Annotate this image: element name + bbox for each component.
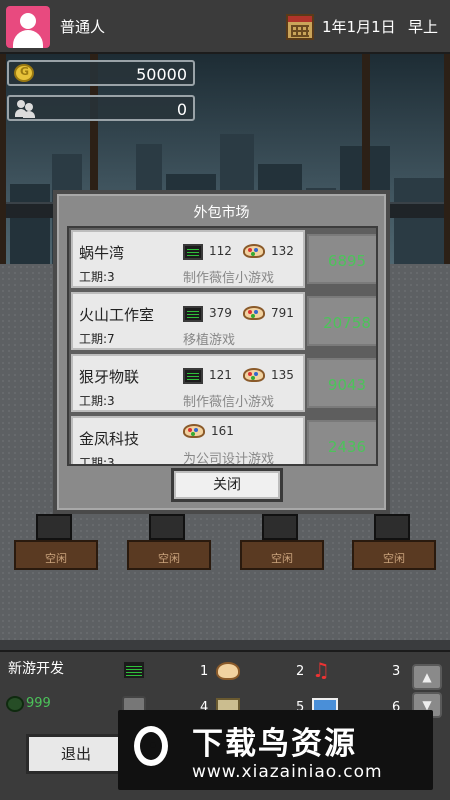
- computer-icon[interactable]: [122, 660, 146, 680]
- contract-price: 20758: [323, 314, 371, 332]
- price-box: 2436: [307, 420, 376, 464]
- contract-price: 2436: [327, 438, 367, 456]
- people-icon: [15, 100, 35, 118]
- floor-edge: [0, 640, 450, 650]
- game-date: 1年1月1日: [322, 18, 396, 36]
- price-box: 20758: [307, 296, 376, 346]
- design-points: 791: [271, 306, 294, 320]
- watermark-title: 下载鸟资源: [192, 726, 357, 762]
- design-icon: [243, 306, 265, 320]
- contract-item[interactable]: 火山工作室 工期:7 379 791 移植游戏 20758: [71, 292, 376, 350]
- desk-status: 空闲: [383, 552, 405, 565]
- bird-logo-icon: [128, 724, 178, 776]
- top-bar: 普通人 1年1月1日 早上: [0, 0, 450, 54]
- slot-number: 2: [296, 664, 305, 679]
- tech-points: 112: [209, 244, 232, 258]
- desk-status: 空闲: [45, 552, 67, 565]
- design-points: 132: [271, 244, 294, 258]
- contract-card: 金凤科技 工期:3 161 为公司设计游戏: [71, 416, 305, 466]
- time-of-day: 早上: [408, 18, 439, 36]
- design-icon: [243, 368, 265, 382]
- bug-icon: [6, 696, 24, 712]
- desk[interactable]: 空闲: [127, 514, 211, 574]
- tech-points: 379: [209, 306, 232, 320]
- work-period: 工期:3: [79, 456, 115, 466]
- contract-description: 为公司设计游戏: [183, 452, 275, 466]
- tech-points: 121: [209, 368, 232, 382]
- fans-value: 0: [176, 100, 187, 119]
- desk[interactable]: 空闲: [14, 514, 98, 574]
- watermark: 下载鸟资源 www.xiazainiao.com: [118, 710, 433, 790]
- tech-icon: [183, 306, 203, 322]
- desk[interactable]: 空闲: [240, 514, 324, 574]
- computer-icon: [36, 514, 72, 540]
- contract-card: 火山工作室 工期:7 379 791 移植游戏: [71, 292, 305, 350]
- dialog-title: 外包市场: [193, 205, 250, 221]
- computer-icon: [262, 514, 298, 540]
- contract-item[interactable]: 蜗牛湾 工期:3 112 132 制作薇信小游戏 6895: [71, 230, 376, 288]
- slot-number: 3: [392, 664, 401, 679]
- design-points: 135: [271, 368, 294, 382]
- contract-description: 制作薇信小游戏: [183, 271, 275, 286]
- work-period: 工期:3: [79, 270, 115, 284]
- client-name: 金凤科技: [79, 430, 140, 448]
- computer-icon: [374, 514, 410, 540]
- tech-icon: [183, 368, 203, 384]
- work-period: 工期:7: [79, 332, 115, 346]
- work-period: 工期:3: [79, 394, 115, 408]
- desk[interactable]: 空闲: [352, 514, 436, 574]
- game-screen: 普通人 1年1月1日 早上 空闲 空闲 空闲 空闲 G 50000 0 外包市场…: [0, 0, 450, 800]
- design-icon: [243, 244, 265, 258]
- outsourcing-market-dialog: 外包市场 蜗牛湾 工期:3 112 132 制作薇信小游戏 6895 火山工作室…: [53, 190, 390, 514]
- contract-price: 6895: [327, 252, 367, 270]
- money-value: 50000: [136, 65, 187, 84]
- avatar-body-icon: [13, 30, 43, 48]
- money-counter: 50000: [7, 60, 195, 86]
- bug-count: 999: [26, 696, 51, 711]
- coin-icon: [14, 64, 34, 82]
- avatar-head-icon: [20, 13, 36, 29]
- client-name: 狠牙物联: [79, 368, 140, 386]
- watermark-url: www.xiazainiao.com: [192, 762, 383, 782]
- contract-card: 蜗牛湾 工期:3 112 132 制作薇信小游戏: [71, 230, 305, 288]
- client-name: 火山工作室: [79, 306, 155, 324]
- client-name: 蜗牛湾: [79, 244, 125, 262]
- player-name: 普通人: [60, 18, 106, 36]
- contract-description: 移植游戏: [183, 333, 236, 348]
- palette-icon[interactable]: [216, 662, 240, 680]
- exit-button[interactable]: 退出: [26, 734, 126, 774]
- fans-counter: 0: [7, 95, 195, 121]
- contract-card: 狠牙物联 工期:3 121 135 制作薇信小游戏: [71, 354, 305, 412]
- contract-list[interactable]: 蜗牛湾 工期:3 112 132 制作薇信小游戏 6895 火山工作室 工期:7: [67, 226, 378, 466]
- music-note-icon[interactable]: ♫: [312, 660, 334, 682]
- price-box: 9043: [307, 358, 376, 408]
- design-icon: [183, 424, 205, 438]
- avatar[interactable]: [6, 6, 50, 48]
- slot-number: 1: [200, 664, 209, 679]
- scroll-up-button[interactable]: ▲: [412, 664, 442, 690]
- contract-description: 制作薇信小游戏: [183, 395, 275, 410]
- computer-icon: [149, 514, 185, 540]
- design-points: 161: [211, 424, 234, 438]
- contract-item[interactable]: 金凤科技 工期:3 161 为公司设计游戏 2436: [71, 416, 376, 466]
- contract-item[interactable]: 狠牙物联 工期:3 121 135 制作薇信小游戏 9043: [71, 354, 376, 412]
- desk-status: 空闲: [271, 552, 293, 565]
- contract-price: 9043: [327, 376, 367, 394]
- desk-status: 空闲: [158, 552, 180, 565]
- calendar-icon: [286, 14, 314, 40]
- close-button[interactable]: 关闭: [171, 468, 283, 502]
- new-game-dev-title: 新游开发: [8, 661, 64, 677]
- price-box: 6895: [307, 234, 376, 284]
- tech-icon: [183, 244, 203, 260]
